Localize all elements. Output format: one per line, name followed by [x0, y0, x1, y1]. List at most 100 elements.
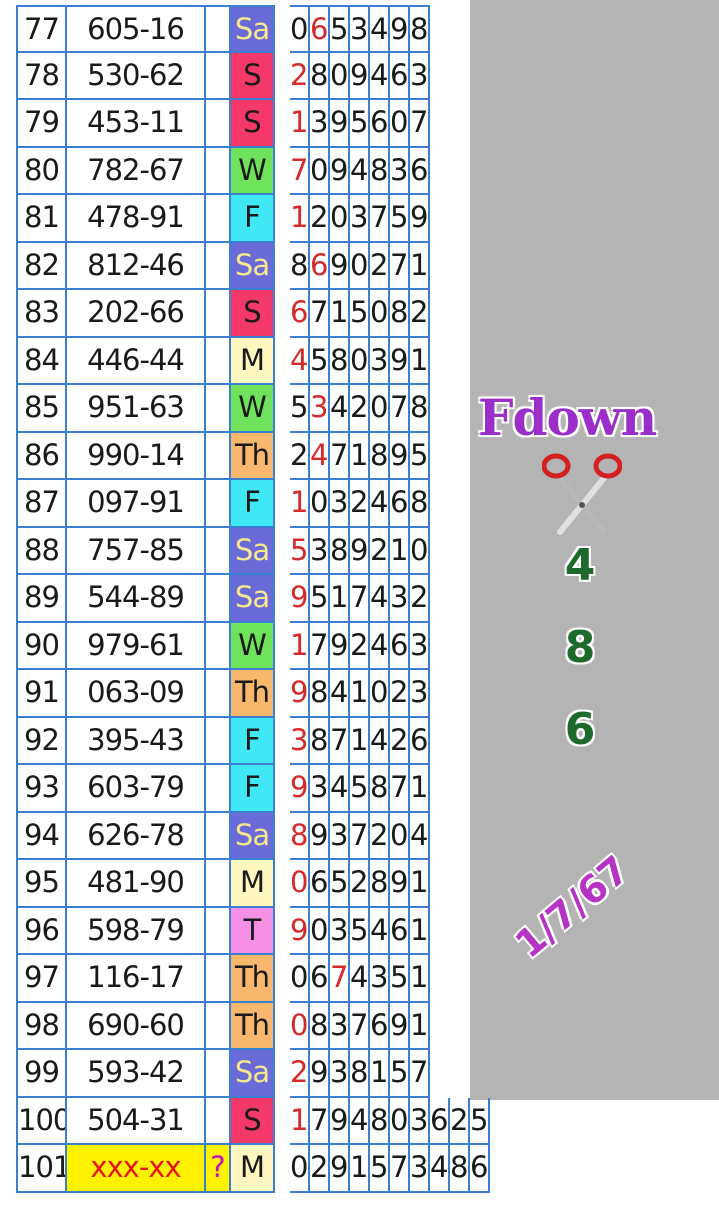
digit-cell: 3	[350, 195, 370, 243]
digit-cell: 9	[390, 5, 410, 53]
digit-cell: 5	[390, 195, 410, 243]
digit-cell: 3	[310, 100, 330, 148]
digit-cell: 7	[310, 622, 330, 670]
digit-cell: 3	[310, 765, 330, 813]
digit-cell: 5	[350, 100, 370, 148]
digit-cell: 9	[330, 622, 350, 670]
digit-cell: 9	[330, 100, 350, 148]
digit-cell: 8	[290, 812, 310, 860]
digit-cell: 9	[310, 1050, 330, 1098]
pick-number-1: 4	[564, 540, 596, 591]
digit-cell: 2	[450, 1097, 470, 1145]
result-code: 812-46	[67, 242, 206, 290]
result-code: 603-79	[67, 765, 206, 813]
digit-cell: 1	[410, 860, 430, 908]
digit-cell: 2	[410, 575, 430, 623]
day-badge: Sa	[231, 5, 275, 53]
table-row: 86 990-14 Th 2 4 7 1 8 9 5	[0, 432, 434, 480]
result-code: 530-62	[67, 52, 206, 100]
digit-cell: 9	[410, 195, 430, 243]
result-code: 202-66	[67, 290, 206, 338]
mark-cell	[206, 195, 231, 243]
table-row: 91 063-09 Th 9 8 4 1 0 2 3	[0, 670, 434, 718]
digit-cell: 9	[330, 147, 350, 195]
digit-cell: 0	[390, 812, 410, 860]
mark-cell	[206, 860, 231, 908]
mark-cell	[206, 575, 231, 623]
digit-cell: 6	[390, 907, 410, 955]
day-badge: Th	[231, 1002, 275, 1050]
digit-cell: 8	[350, 1050, 370, 1098]
digit-cell: 1	[290, 480, 310, 528]
digit-cell: 4	[430, 1145, 450, 1193]
digit-cell: 8	[410, 480, 430, 528]
table-row: 97 116-17 Th 0 6 7 4 3 5 1	[0, 955, 434, 1003]
result-code: 979-61	[67, 622, 206, 670]
digit-cell: 2	[350, 480, 370, 528]
digit-cell: 0	[290, 955, 310, 1003]
digit-cell: 4	[330, 765, 350, 813]
mark-cell	[206, 812, 231, 860]
digit-cell: 5	[350, 290, 370, 338]
digit-cell: 3	[410, 622, 430, 670]
row-number: 84	[16, 337, 67, 385]
digit-cell: 5	[470, 1097, 490, 1145]
digit-cell: 8	[390, 290, 410, 338]
day-badge: M	[231, 860, 275, 908]
result-code: 626-78	[67, 812, 206, 860]
result-code: 690-60	[67, 1002, 206, 1050]
table-row: 79 453-11 S 1 3 9 5 6 0 7	[0, 100, 434, 148]
scissors-icon	[542, 453, 622, 535]
digit-cell: 6	[310, 5, 330, 53]
row-number: 101	[16, 1145, 67, 1193]
row-number: 83	[16, 290, 67, 338]
digit-cell: 5	[350, 765, 370, 813]
digit-cell: 5	[310, 575, 330, 623]
digit-cell: 6	[370, 1002, 390, 1050]
digit-cell: 8	[310, 717, 330, 765]
digit-cell: 5	[390, 955, 410, 1003]
digit-cell: 3	[330, 1050, 350, 1098]
digit-cell: 7	[310, 1097, 330, 1145]
digit-cell: 1	[290, 195, 310, 243]
result-code: 395-43	[67, 717, 206, 765]
digit-cell: 3	[370, 955, 390, 1003]
digit-cell: 0	[370, 670, 390, 718]
mark-cell	[206, 907, 231, 955]
digit-cell: 4	[370, 52, 390, 100]
digit-cell: 7	[330, 432, 350, 480]
digit-cell: 8	[330, 337, 350, 385]
digit-cell: 2	[290, 1050, 310, 1098]
digit-cell: 9	[390, 432, 410, 480]
digit-cell: 2	[390, 670, 410, 718]
digit-cell: 8	[410, 385, 430, 433]
digit-cell: 0	[350, 242, 370, 290]
result-code: 478-91	[67, 195, 206, 243]
mark-cell	[206, 52, 231, 100]
day-badge: S	[231, 52, 275, 100]
digit-cell: 3	[410, 670, 430, 718]
digit-cell: 1	[330, 290, 350, 338]
digit-cell: 3	[330, 1002, 350, 1050]
digit-cell: 2	[370, 527, 390, 575]
digit-cell: 9	[390, 860, 410, 908]
digit-cell: 3	[410, 52, 430, 100]
row-number: 85	[16, 385, 67, 433]
day-badge: W	[231, 147, 275, 195]
digit-cell: 1	[350, 670, 370, 718]
mark-cell	[206, 147, 231, 195]
digit-cell: 6	[310, 860, 330, 908]
mark-cell	[206, 385, 231, 433]
digit-cell: 1	[350, 432, 370, 480]
digit-cell: 6	[470, 1145, 490, 1193]
digit-cell: 8	[370, 1097, 390, 1145]
digit-cell: 0	[310, 147, 330, 195]
digit-cell: 7	[390, 242, 410, 290]
digit-cell: 9	[310, 812, 330, 860]
table-row: 96 598-79 T 9 0 3 5 4 6 1	[0, 907, 434, 955]
digit-cell: 7	[370, 195, 390, 243]
digit-cell: 8	[310, 52, 330, 100]
digit-cell: 0	[290, 5, 310, 53]
digit-cell: 6	[290, 290, 310, 338]
digit-cell: 4	[350, 955, 370, 1003]
